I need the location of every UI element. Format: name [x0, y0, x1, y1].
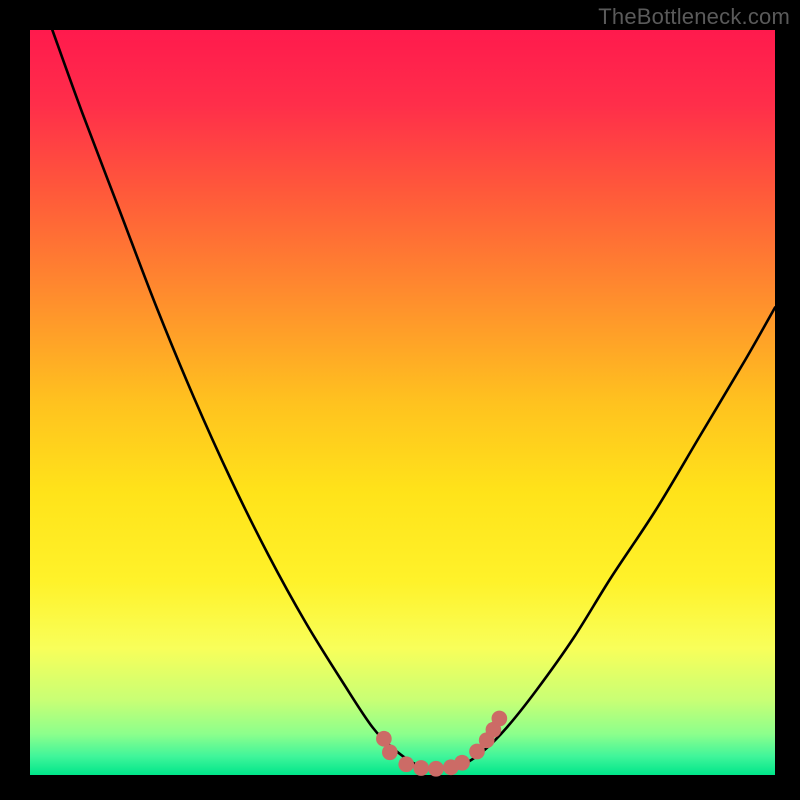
chart-frame: TheBottleneck.com: [0, 0, 800, 800]
dot-marker: [398, 756, 414, 772]
dot-markers-group: [376, 711, 507, 777]
dot-marker: [428, 761, 444, 777]
plot-area: [30, 30, 775, 780]
dot-marker: [413, 760, 429, 776]
bottleneck-curve: [52, 30, 775, 769]
dot-marker: [454, 755, 470, 771]
curve-layer: [30, 30, 775, 780]
dot-marker: [376, 731, 392, 747]
dot-marker: [492, 711, 508, 727]
dot-marker: [382, 744, 398, 760]
watermark-text: TheBottleneck.com: [598, 4, 790, 30]
